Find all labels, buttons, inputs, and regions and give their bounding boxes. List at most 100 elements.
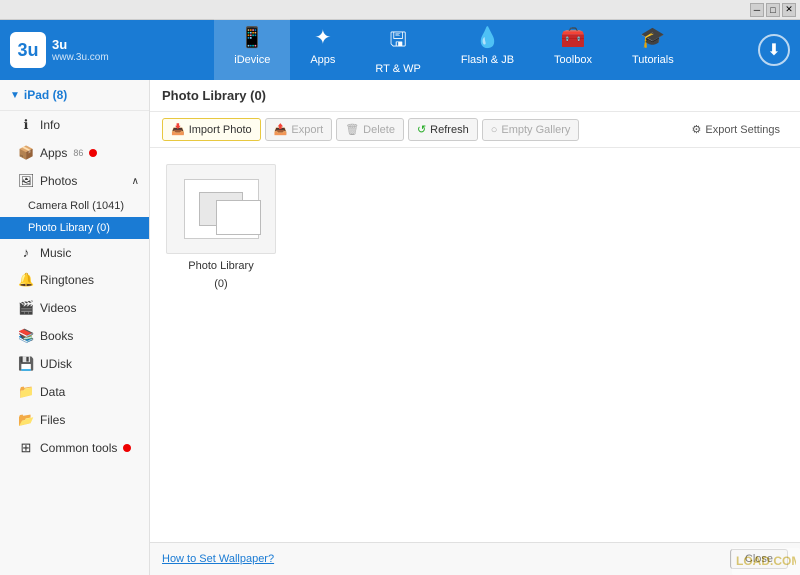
sidebar: ▼ iPad (8) ℹ Info 📦 Apps 86 🖼 Photos ∧ C… [0, 80, 150, 575]
logo-icon: 3u [10, 32, 46, 68]
sidebar-ringtones-label: Ringtones [40, 273, 94, 287]
sidebar-photos-label: Photos [40, 174, 77, 188]
tutorials-icon: 🎓 [640, 25, 665, 50]
flashjb-icon: 💧 [475, 25, 500, 50]
gear-icon: ⚙ [692, 123, 702, 136]
title-bar: ─ □ ✕ [0, 0, 800, 20]
photo-library-label: Photo Library (0) [28, 222, 110, 234]
apps-count: 86 [73, 148, 83, 158]
minimize-button[interactable]: ─ [750, 3, 764, 17]
sidebar-item-udisk[interactable]: 💾 UDisk [0, 350, 149, 378]
svg-text:LOAD.COM: LOAD.COM [736, 554, 796, 568]
info-icon: ℹ [18, 117, 34, 133]
photos-sidebar-icon: 🖼 [18, 173, 34, 189]
apps-badge [89, 149, 97, 157]
photo-library-name: Photo Library [188, 260, 253, 272]
sidebar-item-photos[interactable]: 🖼 Photos ∧ [0, 167, 149, 195]
sidebar-subitem-photo-library[interactable]: Photo Library (0) [0, 217, 149, 239]
export-icon: 📤 [274, 123, 288, 136]
sidebar-item-apps[interactable]: 📦 Apps 86 [0, 139, 149, 167]
photos-expand-icon: ∧ [132, 176, 139, 187]
main-layout: ▼ iPad (8) ℹ Info 📦 Apps 86 🖼 Photos ∧ C… [0, 80, 800, 575]
udisk-icon: 💾 [18, 356, 34, 372]
delete-icon: 🗑 [345, 123, 359, 136]
sidebar-item-ringtones[interactable]: 🔔 Ringtones [0, 266, 149, 294]
nav-idevice-label: iDevice [234, 54, 270, 66]
sidebar-item-common-tools[interactable]: ⊞ Common tools [0, 434, 149, 462]
window-controls[interactable]: ─ □ ✕ [750, 3, 796, 17]
export-label: Export [291, 124, 323, 136]
nav-rtwp[interactable]: 🖫 RT & WP [355, 19, 440, 81]
refresh-label: Refresh [430, 124, 469, 136]
sidebar-info-label: Info [40, 118, 60, 132]
sidebar-books-label: Books [40, 329, 73, 343]
export-settings-button[interactable]: ⚙ Export Settings [684, 119, 788, 140]
nav-apps[interactable]: ✦ Apps [290, 19, 355, 81]
refresh-icon: ↺ [417, 123, 426, 136]
nav-flashjb[interactable]: 💧 Flash & JB [441, 19, 534, 81]
data-icon: 📁 [18, 384, 34, 400]
sidebar-subitem-camera-roll[interactable]: Camera Roll (1041) [0, 195, 149, 217]
sidebar-item-files[interactable]: 📂 Files [0, 406, 149, 434]
photo-thumb-overlay [216, 200, 261, 235]
photo-library-count: (0) [214, 278, 227, 290]
music-icon: ♪ [18, 245, 34, 260]
nav-idevice[interactable]: 📱 iDevice [214, 19, 290, 81]
files-icon: 📂 [18, 412, 34, 428]
device-arrow-icon: ▼ [10, 90, 20, 101]
sidebar-item-music[interactable]: ♪ Music [0, 239, 149, 266]
photo-library-thumb[interactable] [166, 164, 276, 254]
gallery-area: Photo Library (0) [150, 148, 800, 542]
empty-gallery-label: Empty Gallery [501, 124, 570, 136]
sidebar-udisk-label: UDisk [40, 357, 72, 371]
import-icon: 📥 [171, 123, 185, 136]
sidebar-videos-label: Videos [40, 301, 76, 315]
rtwp-icon: 🖫 [390, 25, 407, 59]
sidebar-item-videos[interactable]: 🎬 Videos [0, 294, 149, 322]
delete-label: Delete [363, 124, 395, 136]
sidebar-music-label: Music [40, 246, 71, 260]
nav-tutorials[interactable]: 🎓 Tutorials [612, 19, 694, 81]
refresh-button[interactable]: ↺ Refresh [408, 118, 478, 141]
idevice-icon: 📱 [240, 25, 265, 50]
sidebar-item-books[interactable]: 📚 Books [0, 322, 149, 350]
toolbox-icon: 🧰 [561, 25, 586, 50]
common-tools-badge [123, 444, 131, 452]
videos-icon: 🎬 [18, 300, 34, 316]
common-tools-icon: ⊞ [18, 440, 34, 456]
download-button[interactable]: ⬇ [758, 34, 790, 66]
sidebar-item-data[interactable]: 📁 Data [0, 378, 149, 406]
sidebar-common-tools-label: Common tools [40, 441, 117, 455]
books-icon: 📚 [18, 328, 34, 344]
nav-bar: 📱 iDevice ✦ Apps 🖫 RT & WP 💧 Flash & JB … [150, 19, 758, 81]
sidebar-item-info[interactable]: ℹ Info [0, 111, 149, 139]
nav-rtwp-label: RT & WP [375, 63, 420, 75]
empty-gallery-icon: ○ [491, 124, 498, 136]
bottom-bar: How to Set Wallpaper? Close [150, 542, 800, 575]
logo-area: 3u 3u www.3u.com [10, 32, 150, 68]
export-button[interactable]: 📤 Export [265, 118, 333, 141]
sidebar-apps-label: Apps [40, 146, 67, 160]
nav-flashjb-label: Flash & JB [461, 54, 514, 66]
wallpaper-link[interactable]: How to Set Wallpaper? [162, 553, 274, 565]
export-settings-label: Export Settings [705, 124, 780, 136]
device-label: iPad (8) [24, 88, 67, 102]
import-photo-button[interactable]: 📥 Import Photo [162, 118, 261, 141]
empty-gallery-button[interactable]: ○ Empty Gallery [482, 119, 580, 141]
nav-toolbox[interactable]: 🧰 Toolbox [534, 19, 612, 81]
apps-sidebar-icon: 📦 [18, 145, 34, 161]
device-header: ▼ iPad (8) [0, 80, 149, 111]
delete-button[interactable]: 🗑 Delete [336, 118, 404, 141]
nav-apps-label: Apps [310, 54, 335, 66]
close-button[interactable]: ✕ [782, 3, 796, 17]
import-label: Import Photo [189, 124, 252, 136]
sidebar-data-label: Data [40, 385, 65, 399]
maximize-button[interactable]: □ [766, 3, 780, 17]
ringtones-icon: 🔔 [18, 272, 34, 288]
action-bar: 📥 Import Photo 📤 Export 🗑 Delete ↺ Refre… [150, 112, 800, 148]
content-title: Photo Library (0) [150, 80, 800, 112]
logo-website: www.3u.com [52, 52, 109, 63]
camera-roll-label: Camera Roll (1041) [28, 200, 124, 212]
apps-icon: ✦ [314, 25, 331, 50]
nav-toolbox-label: Toolbox [554, 54, 592, 66]
